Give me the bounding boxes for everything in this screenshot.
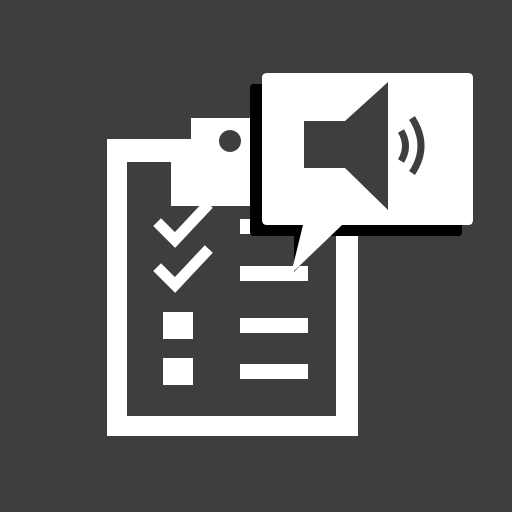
clipboard-clip-hole [219,130,241,152]
app-icon [0,0,512,512]
unchecked-box-icon [163,312,193,339]
checklist-line [240,318,308,333]
check-icon [153,245,213,293]
checklist-line [240,266,308,281]
check-icon [153,200,213,248]
checklist-audio-icon [107,73,473,436]
checklist-line [240,364,308,379]
unchecked-box-icon [163,358,193,385]
